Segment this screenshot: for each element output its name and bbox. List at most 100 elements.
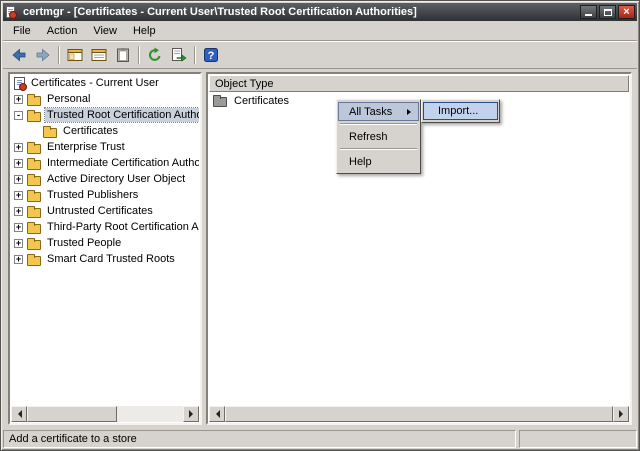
menu-action[interactable]: Action [39, 22, 86, 40]
list-horizontal-scrollbar[interactable] [209, 406, 629, 422]
tree-item-label: Trusted People [47, 237, 122, 249]
folder-icon [27, 141, 41, 154]
maximize-icon [603, 8, 612, 16]
minimize-button[interactable] [580, 5, 597, 19]
toolbar-separator [58, 45, 60, 64]
tree-item-label: Enterprise Trust [47, 141, 125, 153]
tree-item-trusted-root-certification-authorities[interactable]: - Trusted Root Certification Autho [11, 107, 199, 123]
menu-file[interactable]: File [5, 22, 39, 40]
status-secondary-panel [519, 430, 637, 448]
context-menu-item-label: Help [349, 155, 372, 168]
context-menu-item-help[interactable]: Help [338, 152, 419, 171]
tree-item-certificates[interactable]: Certificates [11, 123, 199, 139]
menu-separator [340, 123, 417, 125]
folder-icon [27, 205, 41, 218]
tree-item-label: Third-Party Root Certification Au [47, 221, 199, 233]
tree-item-label: Intermediate Certification Autho [47, 157, 199, 169]
tree-item-trusted-publishers[interactable]: + Trusted Publishers [11, 187, 199, 203]
tree-item-active-directory-user-object[interactable]: + Active Directory User Object [11, 171, 199, 187]
tree-item-enterprise-trust[interactable]: + Enterprise Trust [11, 139, 199, 155]
export-list-icon [172, 47, 187, 62]
tree-item-label: Trusted Publishers [47, 189, 139, 201]
tree-horizontal-scrollbar[interactable] [11, 406, 199, 422]
tree-item-label: Active Directory User Object [47, 173, 186, 185]
menu-help[interactable]: Help [125, 22, 164, 40]
expand-plus-icon[interactable]: + [14, 142, 23, 152]
folder-icon [27, 189, 41, 202]
folder-icon [27, 253, 41, 266]
expand-plus-icon[interactable]: + [14, 254, 23, 264]
context-menu-item-all-tasks[interactable]: All Tasks [338, 102, 419, 121]
submenu-arrow-icon [407, 108, 414, 115]
scroll-left-button[interactable] [11, 406, 27, 422]
scrollbar-thumb[interactable] [27, 406, 117, 422]
column-header-object-type[interactable]: Object Type [209, 75, 629, 92]
scroll-right-icon [618, 410, 627, 418]
tree-item-personal[interactable]: + Personal [11, 91, 199, 107]
tree-item-certificates-current-user[interactable]: Certificates - Current User [11, 75, 199, 91]
certificates-folder-icon [213, 94, 227, 107]
tree-item-third-party-root-certification-authorities[interactable]: + Third-Party Root Certification Au [11, 219, 199, 235]
menu-separator [340, 148, 417, 150]
certificates-tree: Certificates - Current User + Personal -… [11, 75, 199, 406]
close-icon: × [623, 6, 630, 18]
folder-icon [27, 157, 41, 170]
show-hide-console-tree-icon [67, 48, 83, 61]
submenu-item-import[interactable]: Import... [423, 102, 498, 120]
context-menu-item-refresh[interactable]: Refresh [338, 127, 419, 146]
back-button[interactable] [7, 44, 31, 66]
folder-icon [43, 125, 57, 138]
paste-button[interactable] [111, 44, 135, 66]
certmgr-window: certmgr - [Certificates - Current User\T… [0, 0, 640, 451]
menu-bar: File Action View Help [3, 21, 637, 41]
scroll-right-icon [188, 410, 197, 418]
scroll-left-button[interactable] [209, 406, 225, 422]
maximize-button[interactable] [599, 5, 616, 19]
export-list-button[interactable] [167, 44, 191, 66]
folder-icon [27, 109, 41, 122]
help-icon: ? [204, 47, 218, 62]
folder-icon [27, 237, 41, 250]
tree-item-intermediate-certification-authorities[interactable]: + Intermediate Certification Autho [11, 155, 199, 171]
expand-plus-icon[interactable]: + [14, 158, 23, 168]
expand-plus-icon[interactable]: + [14, 206, 23, 216]
expand-plus-icon[interactable]: + [14, 94, 23, 104]
scroll-left-icon [212, 410, 220, 418]
context-menu-item-label: All Tasks [349, 105, 393, 118]
close-button[interactable]: × [618, 5, 635, 19]
minimize-icon [585, 14, 592, 16]
tree-item-trusted-people[interactable]: + Trusted People [11, 235, 199, 251]
svg-text:?: ? [208, 50, 215, 62]
properties-icon [91, 48, 107, 61]
toolbar-separator [138, 45, 140, 64]
help-button[interactable]: ? [199, 44, 223, 66]
tree-item-label: Smart Card Trusted Roots [47, 253, 175, 265]
certmgr-app-icon [5, 5, 18, 19]
window-title: certmgr - [Certificates - Current User\T… [23, 6, 417, 18]
forward-icon [36, 48, 50, 61]
console-tree-pane: Certificates - Current User + Personal -… [8, 72, 202, 425]
console-content: Certificates - Current User + Personal -… [3, 69, 637, 428]
back-icon [12, 48, 26, 61]
scrollbar-track[interactable] [117, 406, 183, 422]
tree-item-label: Personal [47, 93, 91, 105]
forward-button[interactable] [31, 44, 55, 66]
scroll-right-button[interactable] [183, 406, 199, 422]
list-item-label: Certificates [234, 94, 290, 107]
tree-item-smart-card-trusted-roots[interactable]: + Smart Card Trusted Roots [11, 251, 199, 267]
tree-item-untrusted-certificates[interactable]: + Untrusted Certificates [11, 203, 199, 219]
scrollbar-thumb[interactable] [225, 406, 613, 422]
properties-button[interactable] [87, 44, 111, 66]
menu-view[interactable]: View [85, 22, 125, 40]
show-hide-console-tree-button[interactable] [63, 44, 87, 66]
expand-plus-icon[interactable]: + [14, 174, 23, 184]
collapse-minus-icon[interactable]: - [14, 110, 23, 120]
folder-icon [27, 93, 41, 106]
expand-plus-icon[interactable]: + [14, 222, 23, 232]
expand-plus-icon[interactable]: + [14, 238, 23, 248]
title-bar: certmgr - [Certificates - Current User\T… [3, 3, 637, 21]
scroll-right-button[interactable] [613, 406, 629, 422]
refresh-button[interactable] [143, 44, 167, 66]
expand-plus-icon[interactable]: + [14, 190, 23, 200]
tree-item-label: Certificates - Current User [31, 77, 159, 89]
